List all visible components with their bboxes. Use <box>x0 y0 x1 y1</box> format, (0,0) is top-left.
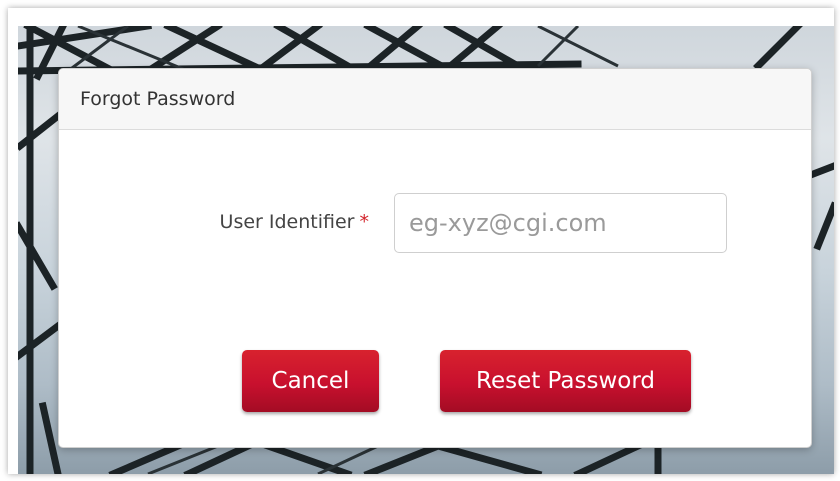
cancel-button[interactable]: Cancel <box>242 350 379 412</box>
required-marker: * <box>359 211 370 233</box>
user-identifier-row: User Identifier * <box>59 193 811 255</box>
login-screen: Forgot Password User Identifier* Cancel … <box>8 8 834 474</box>
dialog-title: Forgot Password <box>80 88 236 110</box>
user-identifier-label-text: User Identifier <box>219 211 355 233</box>
user-identifier-label: User Identifier * <box>220 211 369 233</box>
forgot-password-dialog: Forgot Password User Identifier* Cancel … <box>58 68 812 448</box>
dialog-header: Forgot Password <box>59 69 811 130</box>
user-identifier-input[interactable] <box>394 193 727 253</box>
reset-password-button[interactable]: Reset Password <box>440 350 691 412</box>
